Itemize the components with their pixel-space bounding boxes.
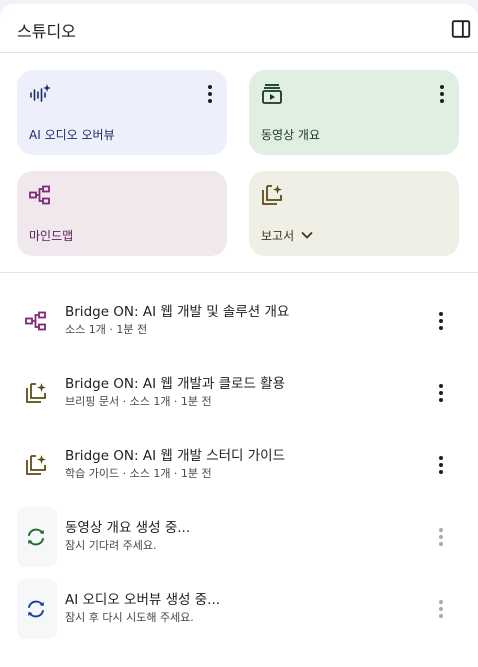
video-overview-tile[interactable]: 동영상 개요	[249, 70, 459, 155]
output-subtitle: 소스 1개 · 1분 전	[65, 323, 148, 336]
output-title: AI 오디오 오버뷰 생성 중...	[65, 592, 221, 608]
output-item-video-generating[interactable]: 동영상 개요 생성 중... 잠시 기다려 주세요.	[0, 507, 478, 567]
studio-header: 스튜디오	[0, 4, 478, 53]
section-divider	[0, 272, 478, 273]
sync-icon	[28, 528, 44, 546]
tile-label-mind-map: 마인드맵	[29, 229, 74, 243]
tile-label-report: 보고서	[261, 229, 295, 243]
audio-overview-tile[interactable]: AI 오디오 오버뷰	[17, 70, 227, 155]
more-options-icon[interactable]	[437, 599, 445, 619]
more-options-icon[interactable]	[437, 527, 445, 547]
more-options-icon[interactable]	[437, 383, 445, 403]
output-subtitle: 브리핑 문서 · 소스 1개 · 1분 전	[65, 395, 212, 408]
report-sparkle-icon	[26, 383, 46, 403]
video-slides-icon	[262, 84, 282, 104]
output-title: Bridge ON: AI 웹 개발과 클로드 활용	[65, 376, 286, 392]
report-tile[interactable]: 보고서	[249, 171, 459, 256]
mind-map-tile[interactable]: 마인드맵	[17, 171, 227, 256]
output-title: 동영상 개요 생성 중...	[65, 520, 191, 536]
more-options-icon[interactable]	[437, 311, 445, 331]
output-item-study-guide[interactable]: Bridge ON: AI 웹 개발 스터디 가이드 학습 가이드 · 소스 1…	[0, 435, 478, 495]
more-options-icon[interactable]	[439, 84, 445, 104]
output-item-mind-map[interactable]: Bridge ON: AI 웹 개발 및 솔루션 개요 소스 1개 · 1분 전	[0, 291, 478, 351]
output-subtitle: 잠시 후 다시 시도해 주세요.	[65, 611, 194, 624]
output-subtitle: 학습 가이드 · 소스 1개 · 1분 전	[65, 467, 212, 480]
output-subtitle: 잠시 기다려 주세요.	[65, 539, 157, 552]
mind-map-icon	[29, 185, 50, 205]
studio-panel: 스튜디오 AI 오디오 오버뷰 동영상 개요 마인드맵 보고서 Bridge O…	[0, 4, 478, 667]
audio-waveform-sparkle-icon	[30, 84, 51, 102]
output-item-audio-generating[interactable]: AI 오디오 오버뷰 생성 중... 잠시 후 다시 시도해 주세요.	[0, 579, 478, 639]
report-sparkle-icon	[26, 455, 46, 475]
panel-title: 스튜디오	[17, 22, 76, 41]
mind-map-icon	[25, 311, 46, 331]
report-sparkle-icon	[262, 185, 282, 205]
output-item-briefing[interactable]: Bridge ON: AI 웹 개발과 클로드 활용 브리핑 문서 · 소스 1…	[0, 363, 478, 423]
output-title: Bridge ON: AI 웹 개발 및 솔루션 개요	[65, 304, 290, 320]
tile-label-video-overview: 동영상 개요	[261, 128, 321, 142]
tile-label-audio-overview: AI 오디오 오버뷰	[29, 128, 115, 142]
sync-icon	[28, 600, 44, 618]
side-panel-icon[interactable]	[450, 18, 472, 40]
more-options-icon[interactable]	[207, 84, 213, 104]
chevron-down-icon[interactable]	[300, 228, 314, 242]
output-title: Bridge ON: AI 웹 개발 스터디 가이드	[65, 448, 286, 464]
more-options-icon[interactable]	[437, 455, 445, 475]
